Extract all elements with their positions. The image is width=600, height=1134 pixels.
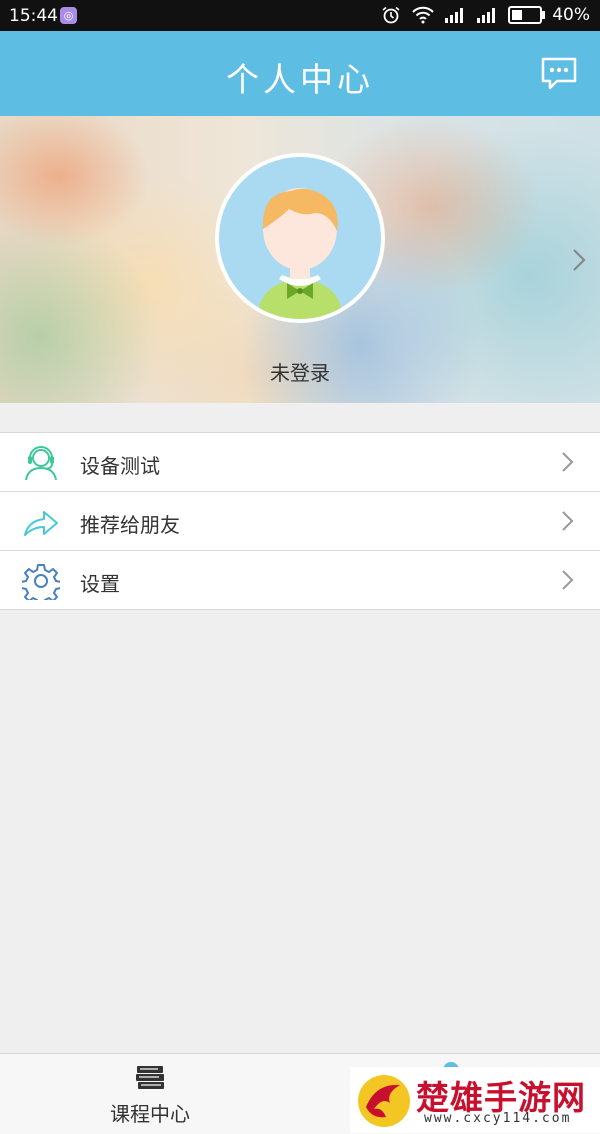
chevron-right-icon bbox=[562, 570, 574, 590]
status-time: 15:44 bbox=[9, 6, 58, 26]
username-label: 未登录 bbox=[270, 361, 330, 385]
menu-item-device-test[interactable]: 设备测试 bbox=[0, 433, 600, 492]
menu-item-settings[interactable]: 设置 bbox=[0, 551, 600, 609]
menu-list: 设备测试 推荐给朋友 设置 bbox=[0, 432, 600, 610]
profile-header[interactable]: 未登录 bbox=[0, 116, 600, 403]
tab-course-center[interactable]: 课程中心 bbox=[0, 1054, 300, 1134]
chevron-right-icon bbox=[573, 249, 586, 271]
watermark-logo-icon bbox=[358, 1075, 410, 1127]
books-icon bbox=[136, 1066, 164, 1089]
gear-icon bbox=[22, 564, 60, 600]
tab-label: 课程中心 bbox=[110, 1102, 190, 1126]
chevron-right-icon bbox=[562, 452, 574, 472]
headset-user-icon bbox=[25, 446, 57, 481]
alarm-icon bbox=[382, 6, 400, 24]
menu-item-label: 推荐给朋友 bbox=[80, 513, 180, 537]
battery-percent: 40% bbox=[552, 5, 590, 25]
status-bar: 15:44 ◎ 40% bbox=[0, 0, 600, 31]
page-title: 个人中心 bbox=[226, 60, 374, 99]
avatar[interactable] bbox=[215, 153, 385, 323]
signal-icon-2 bbox=[477, 8, 496, 23]
share-arrow-icon bbox=[24, 511, 58, 536]
battery-icon bbox=[508, 6, 546, 24]
message-icon[interactable] bbox=[540, 55, 578, 93]
watermark-url: www.cxcy114.com bbox=[424, 1111, 572, 1126]
menu-item-recommend[interactable]: 推荐给朋友 bbox=[0, 492, 600, 551]
status-icons: 40% bbox=[380, 5, 590, 25]
app-header: 个人中心 bbox=[0, 31, 600, 116]
notification-app-icon: ◎ bbox=[60, 7, 77, 24]
wifi-icon bbox=[412, 6, 434, 24]
watermark: 楚雄手游网 www.cxcy114.com bbox=[350, 1067, 600, 1133]
menu-item-label: 设备测试 bbox=[80, 454, 160, 478]
menu-item-label: 设置 bbox=[80, 572, 120, 596]
chevron-right-icon bbox=[562, 511, 574, 531]
default-avatar-icon bbox=[257, 188, 343, 319]
signal-icon bbox=[445, 8, 464, 23]
